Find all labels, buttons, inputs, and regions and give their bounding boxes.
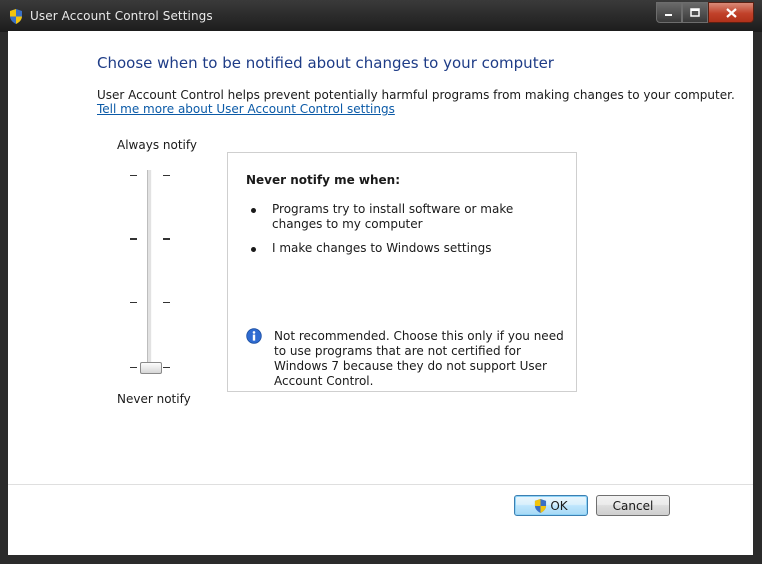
page-heading: Choose when to be notified about changes… — [97, 54, 554, 72]
slider-track[interactable] — [147, 170, 152, 368]
ok-button[interactable]: OK — [514, 495, 588, 516]
title-bar[interactable]: User Account Control Settings — [0, 0, 762, 32]
slider-tick — [130, 175, 137, 176]
level-description-panel: Never notify me when: Programs try to in… — [227, 152, 577, 392]
window-title: User Account Control Settings — [30, 9, 213, 23]
bullet-icon — [251, 247, 256, 252]
window-controls — [656, 2, 754, 23]
slider-tick — [130, 367, 137, 368]
maximize-icon — [690, 7, 700, 17]
learn-more-link[interactable]: Tell me more about User Account Control … — [97, 102, 395, 116]
footer-divider — [8, 484, 753, 485]
close-button[interactable] — [708, 2, 754, 23]
uac-shield-icon — [10, 9, 22, 24]
dialog-content: Choose when to be notified about changes… — [8, 31, 753, 555]
uac-settings-window: User Account Control Settings Choose whe… — [0, 0, 762, 564]
maximize-button[interactable] — [682, 2, 708, 23]
uac-shield-icon — [535, 498, 547, 513]
info-icon — [246, 328, 262, 344]
slider-thumb[interactable] — [140, 362, 162, 374]
close-icon — [725, 7, 737, 18]
cancel-button[interactable]: Cancel — [596, 495, 670, 516]
description-text: User Account Control helps prevent poten… — [97, 88, 735, 102]
minimize-button[interactable] — [656, 2, 682, 23]
list-item: I make changes to Windows settings — [272, 241, 492, 255]
bullet-icon — [251, 208, 256, 213]
list-item: Programs try to install software or make… — [272, 202, 514, 231]
slider-tick — [163, 367, 170, 368]
minimize-icon — [665, 13, 672, 16]
panel-title: Never notify me when: — [246, 173, 401, 187]
slider-tick — [130, 238, 137, 240]
slider-tick — [163, 175, 170, 176]
slider-top-label: Always notify — [117, 138, 197, 152]
slider-tick — [163, 238, 170, 240]
slider-tick — [163, 302, 170, 303]
slider-bottom-label: Never notify — [117, 392, 191, 406]
slider-tick — [130, 302, 137, 303]
warning-note: Not recommended. Choose this only if you… — [274, 329, 564, 388]
ok-label: OK — [550, 498, 568, 513]
